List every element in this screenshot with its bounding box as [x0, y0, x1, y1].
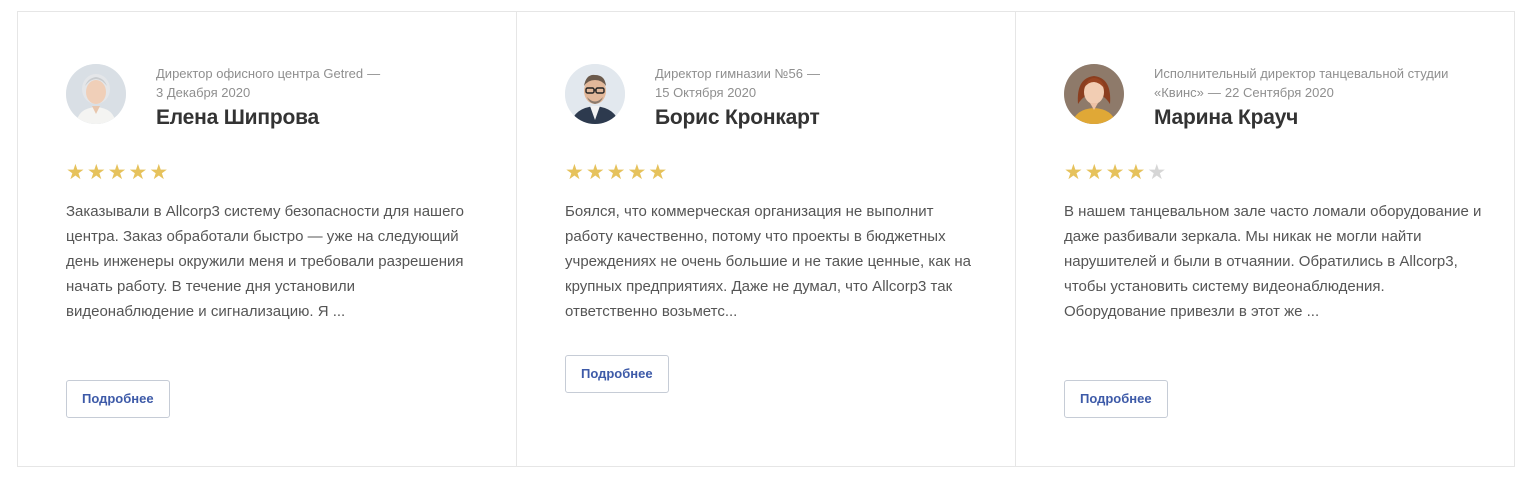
star-filled-icon: ★ [1084, 161, 1104, 184]
woman-red-hair-avatar [1064, 64, 1124, 124]
star-filled-icon: ★ [149, 161, 169, 184]
review-text: В нашем танцевальном зале часто ломали о… [1064, 203, 1482, 320]
star-empty-icon: ★ [1147, 161, 1167, 184]
woman-gray-hair-avatar [66, 64, 126, 124]
meta-separator: — [806, 66, 820, 81]
star-filled-icon: ★ [565, 161, 584, 184]
star-filled-icon: ★ [627, 161, 647, 184]
star-filled-icon: ★ [128, 161, 148, 184]
review-text: Боялся, что коммерческая организация не … [565, 203, 971, 320]
man-glasses-avatar [565, 64, 625, 124]
review-date: 22 Сентября 2020 [1224, 85, 1334, 100]
star-filled-icon: ★ [1064, 161, 1083, 184]
rating-stars: ★ ★ ★ ★ ★ [565, 162, 667, 184]
star-filled-icon: ★ [86, 161, 106, 184]
details-button[interactable]: Подробнее [565, 355, 669, 393]
star-filled-icon: ★ [606, 161, 626, 184]
reviews-section: Директор офисного центра Getred — 3 Декаб… [17, 11, 1517, 467]
rating-stars: ★ ★ ★ ★ ★ [1064, 162, 1166, 184]
meta-separator: — [367, 66, 381, 81]
review-meta: Директор офисного центра Getred — 3 Декаб… [156, 64, 476, 102]
review-card: Директор гимназии №56— 15 Октября 2020 Б… [516, 11, 1016, 467]
star-filled-icon: ★ [1126, 161, 1146, 184]
reviewer-name: Марина Крауч [1154, 106, 1299, 129]
star-filled-icon: ★ [648, 161, 668, 184]
review-text: Заказывали в Allcorp3 систему безопаснос… [66, 203, 464, 320]
reviewer-name: Борис Кронкарт [655, 106, 820, 129]
review-card: Исполнительный директор танцевальной сту… [1015, 11, 1515, 467]
star-filled-icon: ★ [66, 161, 85, 184]
review-header: Исполнительный директор танцевальной сту… [1064, 64, 1484, 136]
rating-stars: ★ ★ ★ ★ ★ [66, 162, 168, 184]
review-date: 15 Октября 2020 [655, 85, 757, 100]
reviewer-name: Елена Шипрова [156, 106, 320, 129]
review-header: Директор гимназии №56— 15 Октября 2020 Б… [565, 64, 985, 136]
star-filled-icon: ★ [1105, 161, 1125, 184]
details-button[interactable]: Подробнее [1064, 380, 1168, 418]
review-meta: Директор гимназии №56— 15 Октября 2020 [655, 64, 975, 102]
star-filled-icon: ★ [585, 161, 605, 184]
star-filled-icon: ★ [107, 161, 127, 184]
review-meta: Исполнительный директор танцевальной сту… [1154, 64, 1474, 102]
meta-separator: — [1207, 85, 1221, 100]
reviewer-position: Директор офисного центра Getred [156, 66, 364, 81]
review-date: 3 Декабря 2020 [156, 85, 251, 100]
details-button[interactable]: Подробнее [66, 380, 170, 418]
review-header: Директор офисного центра Getred — 3 Декаб… [66, 64, 486, 136]
reviewer-position: Директор гимназии №56 [655, 66, 803, 81]
review-card: Директор офисного центра Getred — 3 Декаб… [17, 11, 517, 467]
